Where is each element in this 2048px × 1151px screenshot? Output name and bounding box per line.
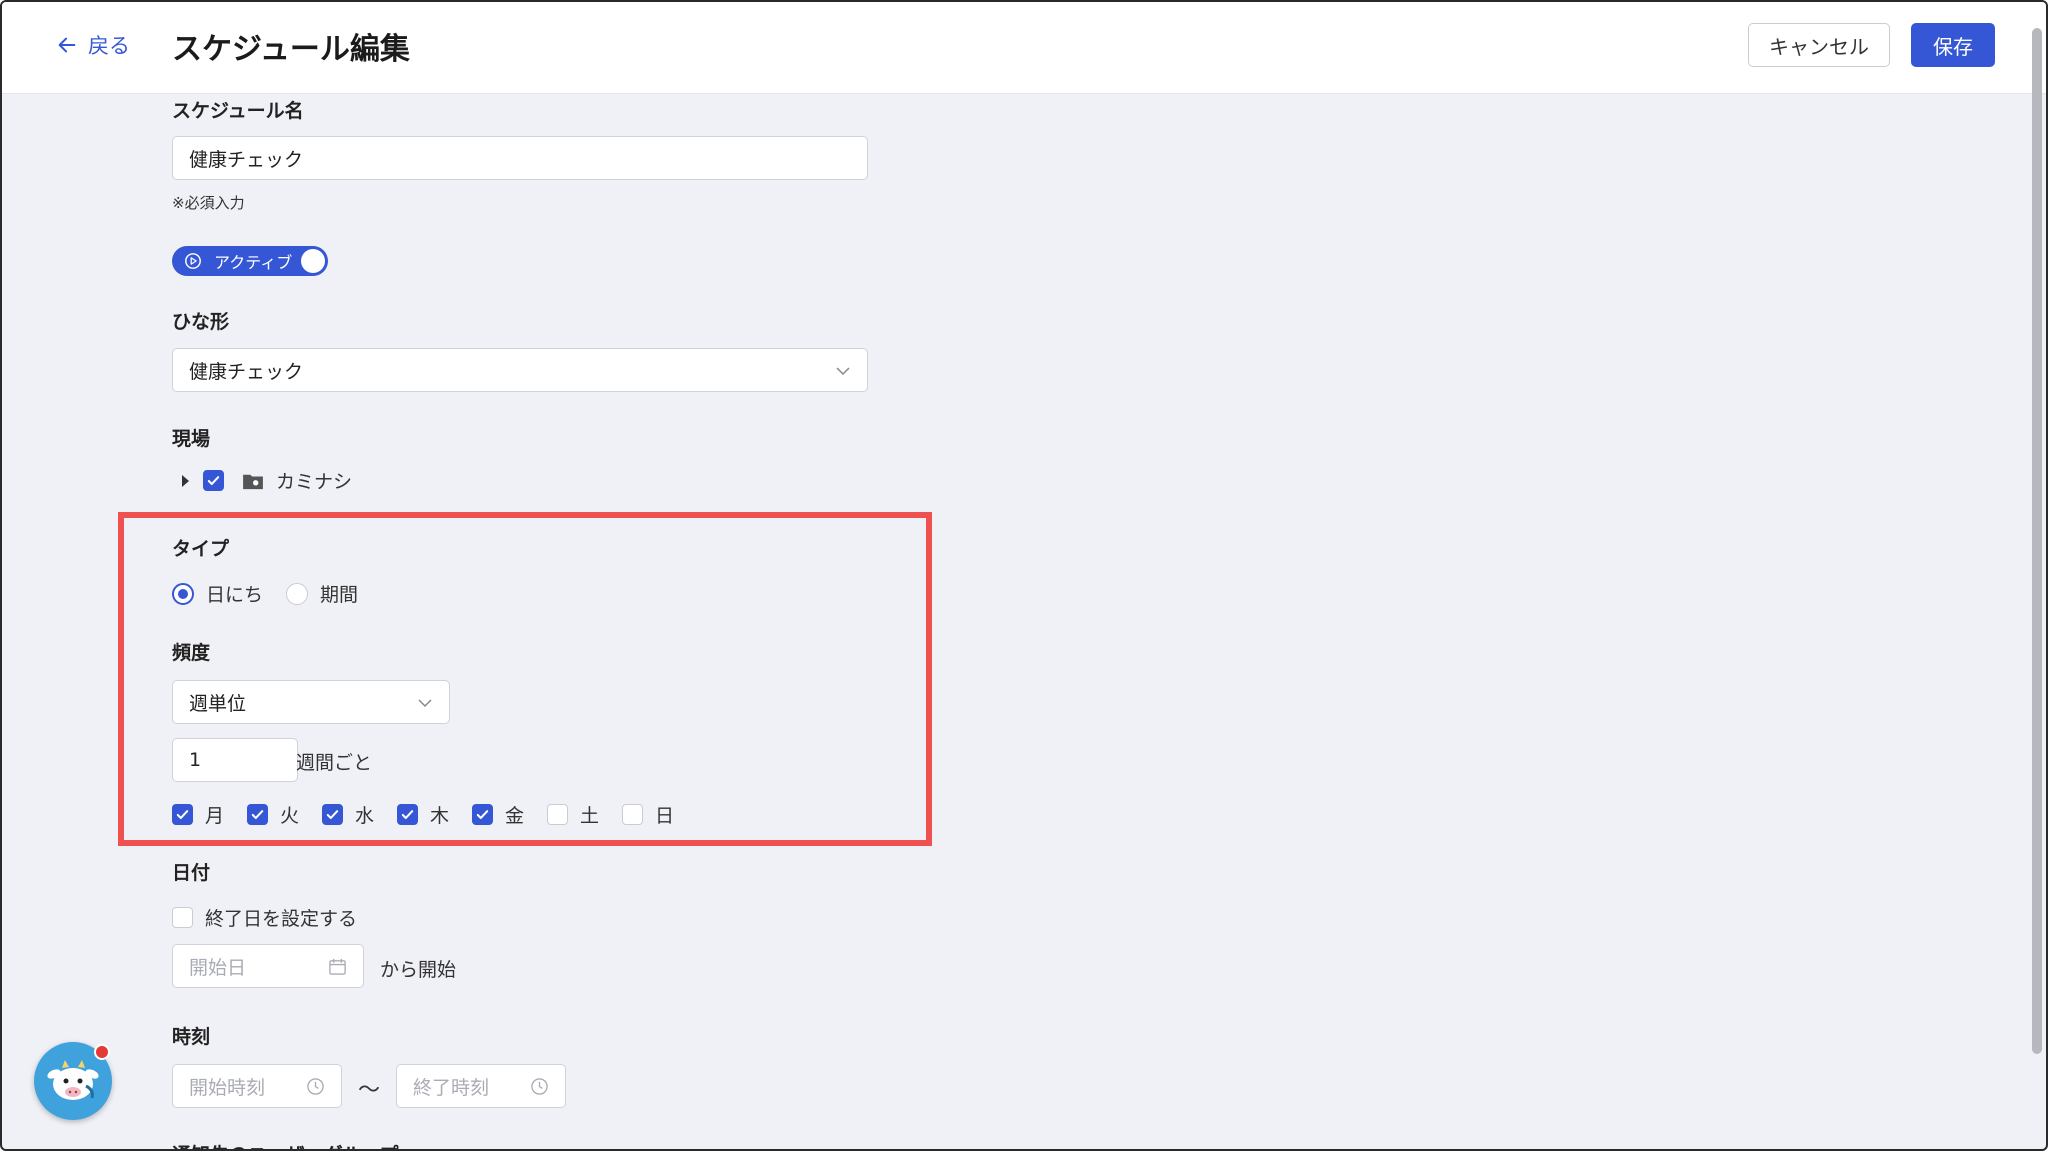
- page-header: 戻る スケジュール編集 キャンセル 保存: [2, 2, 2046, 94]
- weekday-tue[interactable]: 火: [247, 801, 299, 828]
- weekday-label: 日: [655, 805, 675, 827]
- type-label: タイプ: [172, 538, 230, 560]
- check-icon: [476, 810, 489, 819]
- date-label: 日付: [172, 862, 211, 884]
- calendar-icon: [329, 958, 346, 975]
- highlight-frame: [118, 512, 932, 846]
- weekday-label: 水: [355, 805, 375, 827]
- end-time-placeholder: 終了時刻: [413, 1076, 490, 1099]
- frequency-unit-select[interactable]: 週単位: [172, 680, 450, 724]
- clock-icon: [307, 1078, 324, 1095]
- frequency-unit-value: 週単位: [189, 692, 247, 715]
- start-suffix: から開始: [380, 959, 457, 981]
- folder-icon: [243, 474, 263, 489]
- start-date-input[interactable]: 開始日: [172, 944, 364, 988]
- end-time-input[interactable]: 終了時刻: [396, 1064, 566, 1108]
- page-title: スケジュール編集: [172, 32, 410, 67]
- interval-input[interactable]: 1: [172, 738, 298, 782]
- arrow-left-icon: [58, 37, 76, 53]
- weekday-mon[interactable]: 月: [172, 801, 224, 828]
- end-date-checkbox[interactable]: [172, 907, 193, 928]
- play-circle-icon: [185, 253, 201, 269]
- check-icon: [326, 810, 339, 819]
- schedule-name-label: スケジュール名: [172, 100, 304, 122]
- weekday-label: 土: [580, 805, 600, 827]
- weekday-checkbox[interactable]: [397, 804, 418, 825]
- chevron-down-icon: [418, 699, 432, 708]
- weekday-checkbox[interactable]: [622, 804, 643, 825]
- weekday-sat[interactable]: 土: [547, 801, 599, 828]
- type-option-label: 日にち: [206, 584, 264, 606]
- back-label: 戻る: [88, 34, 130, 58]
- check-icon: [176, 810, 189, 819]
- weekday-wed[interactable]: 水: [322, 801, 374, 828]
- weekday-thu[interactable]: 木: [397, 801, 449, 828]
- app-window: 戻る スケジュール編集 キャンセル 保存 スケジュール名 健康チェック ※必須入…: [0, 0, 2048, 1151]
- weekday-label: 金: [505, 805, 525, 827]
- weekday-checkbox[interactable]: [472, 804, 493, 825]
- back-link[interactable]: 戻る: [56, 30, 130, 60]
- cancel-button[interactable]: キャンセル: [1748, 23, 1890, 67]
- schedule-name-input[interactable]: 健康チェック: [172, 136, 868, 180]
- end-date-option[interactable]: 終了日を設定する: [172, 904, 357, 931]
- notify-label: 通知先のユーザーグループ: [172, 1140, 398, 1149]
- site-item-label: カミナシ: [276, 471, 353, 493]
- chevron-down-icon: [836, 367, 850, 376]
- clock-icon: [531, 1078, 548, 1095]
- check-icon: [207, 476, 220, 485]
- interval-suffix: 週間ごと: [296, 752, 373, 774]
- check-icon: [401, 810, 414, 819]
- weekday-checkbox[interactable]: [322, 804, 343, 825]
- weekday-label: 月: [205, 805, 225, 827]
- template-select[interactable]: 健康チェック: [172, 348, 868, 392]
- type-option-date[interactable]: 日にち: [172, 580, 263, 607]
- site-checkbox[interactable]: [203, 470, 224, 491]
- weekday-label: 木: [430, 805, 450, 827]
- weekday-label: 火: [280, 805, 300, 827]
- weekday-checkbox[interactable]: [547, 804, 568, 825]
- end-date-checkbox-label: 終了日を設定する: [205, 908, 358, 930]
- interval-value: 1: [189, 749, 202, 771]
- radio-unselected[interactable]: [286, 582, 308, 605]
- notification-badge: [94, 1044, 110, 1060]
- weekday-checkbox[interactable]: [172, 804, 193, 825]
- start-time-placeholder: 開始時刻: [189, 1076, 266, 1099]
- start-time-input[interactable]: 開始時刻: [172, 1064, 342, 1108]
- required-note: ※必須入力: [172, 194, 245, 212]
- type-option-label: 期間: [320, 584, 359, 606]
- save-button[interactable]: 保存: [1911, 23, 1995, 67]
- type-option-period[interactable]: 期間: [286, 580, 358, 607]
- active-toggle-label: アクティブ: [214, 253, 293, 272]
- weekday-sun[interactable]: 日: [622, 801, 674, 828]
- weekday-checkbox[interactable]: [247, 804, 268, 825]
- cow-mascot-icon: [47, 1060, 99, 1100]
- site-tree-item: カミナシ: [182, 467, 352, 494]
- site-label: 現場: [172, 428, 211, 450]
- schedule-name-value: 健康チェック: [189, 148, 304, 171]
- weekday-fri[interactable]: 金: [472, 801, 524, 828]
- active-toggle[interactable]: アクティブ: [172, 246, 328, 276]
- frequency-label: 頻度: [172, 642, 211, 664]
- toggle-knob: [301, 249, 325, 273]
- expand-caret-icon[interactable]: [182, 474, 189, 487]
- radio-selected[interactable]: [172, 582, 194, 605]
- template-label: ひな形: [172, 311, 230, 333]
- template-selected-value: 健康チェック: [189, 360, 304, 383]
- start-date-placeholder: 開始日: [189, 956, 247, 979]
- time-separator: 〜: [358, 1078, 381, 1103]
- check-icon: [251, 810, 264, 819]
- vertical-scrollbar[interactable]: [2032, 28, 2042, 1054]
- time-label: 時刻: [172, 1026, 211, 1048]
